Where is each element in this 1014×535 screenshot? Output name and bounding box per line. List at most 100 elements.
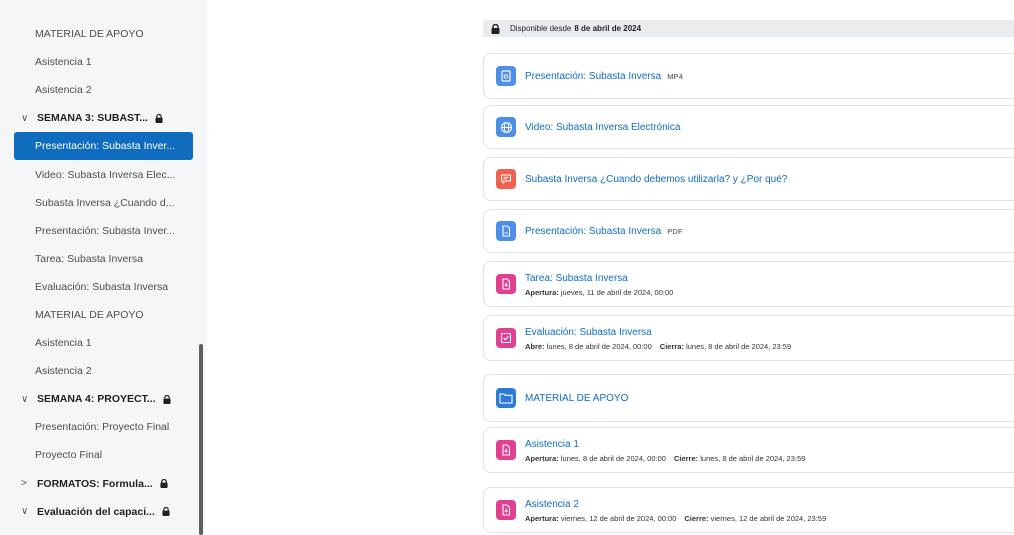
activity-title-row: Asistencia 1 [525, 438, 805, 451]
sidebar-item[interactable]: MATERIAL DE APOYO [0, 301, 206, 329]
sidebar-section[interactable]: ∨ SEMANA 3: SUBAST... [0, 104, 206, 132]
quiz-icon[interactable] [496, 328, 516, 348]
sidebar-item-label: Tarea: Subasta Inversa [35, 252, 143, 265]
activity-text: Asistencia 2 Apertura: viernes, 12 de abr… [525, 498, 826, 523]
activity-dates: Apertura: jueves, 11 de abril de 2024, 0… [525, 288, 673, 297]
sidebar-item-active[interactable]: Presentación: Subasta Inver... [14, 132, 193, 161]
sidebar-item[interactable]: Asistencia 1 [0, 329, 206, 357]
sidebar-item[interactable]: Presentación: Subasta Inver... [0, 217, 206, 245]
activity-link[interactable]: Presentación: Subasta Inversa [525, 71, 661, 82]
course-index-list: MATERIAL DE APOYO Asistencia 1 Asistencia … [0, 0, 206, 526]
folder-icon[interactable] [496, 388, 516, 408]
activity-link[interactable]: MATERIAL DE APOYO [525, 393, 628, 404]
sidebar-item-label: SEMANA 3: SUBAST... [37, 112, 149, 125]
chevron-down-icon[interactable]: ∨ [21, 113, 31, 124]
file-icon[interactable] [496, 221, 516, 241]
presentation-icon[interactable] [496, 66, 516, 86]
date-label: Cierre: [684, 513, 709, 523]
lock-icon [163, 394, 171, 404]
sidebar-scrollbar[interactable] [199, 344, 203, 535]
file-type-badge: PDF [667, 226, 683, 236]
activity-title-row: MATERIAL DE APOYO [525, 392, 628, 405]
sidebar-section[interactable]: > FORMATOS: Formula... [0, 470, 206, 498]
activity-link[interactable]: Asistencia 2 [525, 499, 579, 510]
sidebar-item-label: Asistencia 2 [35, 365, 92, 378]
lock-icon [162, 507, 170, 517]
sidebar-item-label: Asistencia 1 [35, 337, 92, 350]
sidebar-item[interactable]: Evaluación: Subasta Inversa [0, 273, 206, 301]
assignment-icon[interactable] [496, 274, 516, 294]
date-label: Cierre: [673, 453, 699, 463]
sidebar-item-label: Evaluación: Subasta Inversa [35, 280, 169, 293]
activity-link[interactable]: Presentación: Subasta Inversa [525, 226, 661, 237]
chevron-down-icon[interactable]: ∨ [21, 506, 31, 517]
assignment-icon[interactable] [496, 440, 516, 460]
date-value: lunes, 8 de abril de 2024, 23:59 [686, 341, 792, 351]
sidebar-section[interactable]: ∨ SEMANA 4: PROYECT... [0, 385, 206, 413]
activity-title-row: Video: Subasta Inversa Electrónica [525, 121, 680, 134]
date-value: lunes, 8 de abril de 2024, 00:00 [546, 341, 652, 351]
availability-date: 8 de abril de 2024 [574, 24, 642, 33]
sidebar-item[interactable]: Proyecto Final [0, 441, 206, 469]
activity-text: Subasta Inversa ¿Cuando debemos utilizar… [525, 173, 787, 186]
activity-item: Asistencia 2 Apertura: viernes, 12 de abr… [483, 487, 1014, 533]
lock-icon [155, 113, 163, 123]
chevron-down-icon[interactable]: ∨ [21, 394, 31, 405]
forum-icon[interactable] [496, 169, 516, 189]
activity-text: Presentación: Subasta Inversa MP4 [525, 70, 683, 83]
sidebar-item-label: Asistencia 2 [35, 84, 92, 97]
activity-title-row: Presentación: Subasta Inversa PDF [525, 225, 683, 238]
sidebar-item-label: Presentación: Subasta Inver... [35, 224, 176, 237]
activity-link[interactable]: Video: Subasta Inversa Electrónica [525, 122, 680, 133]
sidebar-item[interactable]: Asistencia 1 [0, 48, 206, 76]
availability-prefix: Disponible desde [510, 24, 572, 33]
lock-icon [160, 479, 168, 488]
activity-item: Evaluación: Subasta Inversa Abre: lunes, … [483, 315, 1014, 361]
date-label: Apertura: [525, 513, 559, 523]
sidebar-item-label: MATERIAL DE APOYO [35, 28, 144, 41]
activity-title-row: Presentación: Subasta Inversa MP4 [525, 70, 683, 83]
activity-text: Tarea: Subasta Inversa Apertura: jueves, … [525, 272, 673, 297]
sidebar-item-label: FORMATOS: Formula... [37, 477, 153, 490]
activity-title-row: Subasta Inversa ¿Cuando debemos utilizar… [525, 173, 787, 186]
activity-link[interactable]: Evaluación: Subasta Inversa [525, 327, 652, 338]
sidebar-item[interactable]: Asistencia 2 [0, 357, 206, 385]
sidebar-item-label: Proyecto Final [35, 449, 103, 462]
date-label: Apertura: [525, 453, 559, 463]
activity-link[interactable]: Subasta Inversa ¿Cuando debemos utilizar… [525, 174, 787, 185]
sidebar-section[interactable]: ∨ Evaluación del capaci... [0, 498, 206, 526]
sidebar-item[interactable]: Subasta Inversa ¿Cuando d... [0, 189, 206, 217]
assignment-icon[interactable] [496, 500, 516, 520]
date-value: viernes, 12 de abril de 2024, 23:59 [710, 513, 827, 523]
availability-restriction: Disponible desde 8 de abril de 2024 [483, 20, 1014, 37]
date-value: jueves, 11 de abril de 2024, 00:00 [560, 287, 674, 297]
chevron-right-icon[interactable]: > [21, 478, 31, 489]
date-value: viernes, 12 de abril de 2024, 00:00 [560, 513, 677, 523]
course-content: Disponible desde 8 de abril de 2024 Pres… [206, 0, 1014, 535]
course-index-sidebar: MATERIAL DE APOYO Asistencia 1 Asistencia … [0, 0, 206, 535]
activity-item: MATERIAL DE APOYO [483, 374, 1014, 422]
activity-dates: Apertura: lunes, 8 de abril de 2024, 00:… [525, 454, 805, 463]
sidebar-item-label: Presentación: Subasta Inver... [35, 140, 176, 153]
date-label: Apertura: [525, 287, 559, 297]
activity-title-row: Evaluación: Subasta Inversa [525, 326, 791, 339]
activity-dates: Abre: lunes, 8 de abril de 2024, 00:00 Ci… [525, 342, 791, 351]
globe-icon[interactable] [496, 117, 516, 137]
activity-text: Video: Subasta Inversa Electrónica [525, 121, 680, 134]
activity-link[interactable]: Asistencia 1 [525, 439, 579, 450]
activity-link[interactable]: Tarea: Subasta Inversa [525, 273, 628, 284]
activity-title-row: Asistencia 2 [525, 498, 826, 511]
file-type-badge: MP4 [667, 71, 684, 81]
sidebar-item[interactable]: Video: Subasta Inversa Elec... [0, 160, 206, 188]
sidebar-item[interactable]: Presentación: Proyecto Final [0, 413, 206, 441]
activity-dates: Apertura: viernes, 12 de abril de 2024, … [525, 514, 826, 523]
sidebar-item-label: Subasta Inversa ¿Cuando d... [35, 196, 175, 209]
activity-text: Presentación: Subasta Inversa PDF [525, 225, 683, 238]
sidebar-item[interactable]: Asistencia 2 [0, 76, 206, 104]
activity-title-row: Tarea: Subasta Inversa [525, 272, 673, 285]
sidebar-item-label: MATERIAL DE APOYO [35, 308, 144, 321]
sidebar-item[interactable]: MATERIAL DE APOYO [0, 20, 206, 48]
sidebar-item[interactable]: Tarea: Subasta Inversa [0, 245, 206, 273]
activity-item: Presentación: Subasta Inversa MP4 [483, 53, 1014, 99]
date-value: lunes, 8 de abril de 2024, 00:00 [560, 453, 666, 463]
